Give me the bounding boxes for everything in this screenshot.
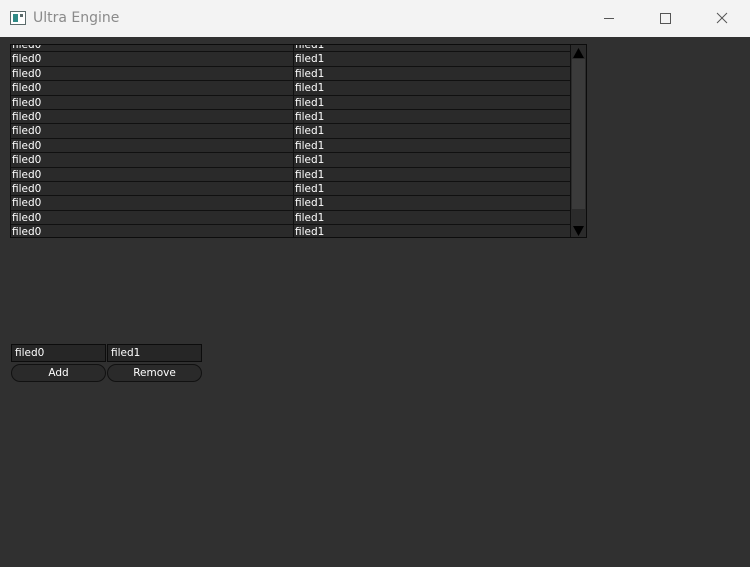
list-cell-field1: filed1 (295, 168, 325, 181)
list-cell-field1: filed1 (295, 67, 325, 80)
list-row[interactable]: filed0 filed1 (11, 95, 572, 110)
scroll-up-button[interactable] (571, 45, 586, 59)
list-row[interactable]: filed0 filed1 (11, 167, 572, 182)
list-cell-field0: filed0 (12, 154, 42, 167)
list-row[interactable]: filed0 filed1 (11, 124, 572, 139)
list-row[interactable]: filed0 filed1 (11, 210, 572, 226)
list-cell-field0: filed0 (12, 125, 42, 138)
minimize-icon (604, 18, 614, 19)
list-row[interactable]: filed0 filed1 (11, 81, 572, 96)
list-row-partial[interactable]: filed0 filed1 (11, 44, 572, 53)
scroll-down-button[interactable] (571, 223, 586, 237)
list-row[interactable]: filed0 filed1 (11, 109, 572, 125)
list-cell-field1: filed1 (295, 182, 325, 195)
list-cell-field0: filed0 (12, 110, 42, 123)
list-cell-field1: filed1 (295, 139, 325, 152)
list-cell-field0: filed0 (12, 67, 42, 80)
minimize-button[interactable] (586, 0, 632, 37)
list-cell-field0: filed0 (12, 96, 42, 109)
list-cell-field0: filed0 (12, 211, 42, 224)
remove-button[interactable]: Remove (107, 364, 202, 382)
list-row[interactable]: filed0 filed1 (11, 52, 572, 67)
scroll-thumb[interactable] (572, 59, 585, 209)
list-cell-field1: filed1 (295, 44, 325, 51)
list-row[interactable]: filed0 filed1 (11, 153, 572, 168)
list-view[interactable]: filed0 filed1 filed0 filed1 filed0 filed1 fi… (10, 44, 587, 238)
maximize-icon (660, 13, 671, 24)
list-cell-field0: filed0 (12, 44, 42, 51)
list-cell-field0: filed0 (12, 197, 42, 210)
field0-input[interactable] (11, 344, 106, 362)
close-button[interactable] (699, 0, 745, 37)
list-cell-field1: filed1 (295, 211, 325, 224)
title-bar[interactable]: Ultra Engine (0, 0, 750, 37)
arrow-down-icon (573, 226, 584, 236)
list-cell-field1: filed1 (295, 226, 325, 238)
column-divider (293, 45, 294, 237)
list-cell-field0: filed0 (12, 82, 42, 95)
vertical-scrollbar[interactable] (570, 45, 586, 237)
list-row[interactable]: filed0 filed1 (11, 138, 572, 154)
list-cell-field1: filed1 (295, 125, 325, 138)
list-cell-field0: filed0 (12, 182, 42, 195)
list-cell-field0: filed0 (12, 226, 42, 238)
list-cell-field1: filed1 (295, 82, 325, 95)
add-button[interactable]: Add (11, 364, 106, 382)
list-cell-field1: filed1 (295, 197, 325, 210)
list-row[interactable]: filed0 filed1 (11, 66, 572, 82)
app-window: Ultra Engine filed0 filed1 filed0 filed1 f… (0, 0, 750, 567)
list-cell-field1: filed1 (295, 110, 325, 123)
list-rows: filed0 filed1 filed0 filed1 filed0 filed1 fi… (11, 44, 572, 238)
list-cell-field1: filed1 (295, 96, 325, 109)
list-cell-field0: filed0 (12, 168, 42, 181)
window-title: Ultra Engine (33, 10, 120, 26)
field1-input[interactable] (107, 344, 202, 362)
list-row[interactable]: filed0 filed1 (11, 181, 572, 197)
list-row[interactable]: filed0 filed1 (11, 225, 572, 238)
list-row[interactable]: filed0 filed1 (11, 196, 572, 211)
maximize-button[interactable] (642, 0, 688, 37)
app-icon (10, 11, 26, 25)
list-cell-field0: filed0 (12, 53, 42, 66)
close-icon (716, 12, 728, 24)
arrow-up-icon (573, 48, 584, 58)
list-cell-field1: filed1 (295, 154, 325, 167)
list-cell-field0: filed0 (12, 139, 42, 152)
list-cell-field1: filed1 (295, 53, 325, 66)
